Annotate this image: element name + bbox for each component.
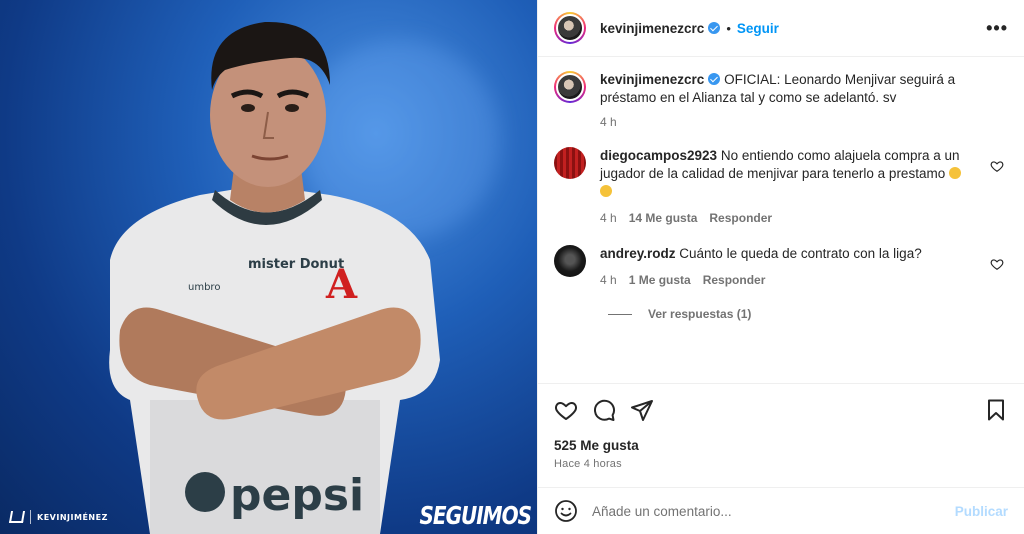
svg-text:mister Donut: mister Donut: [248, 257, 344, 272]
instagram-post-modal: A pepsi mister Donut umbro KEVINJIMÉNEZ …: [0, 0, 1024, 534]
comment-time[interactable]: 4 h: [600, 271, 617, 289]
comment-likes[interactable]: 14 Me gusta: [629, 209, 698, 227]
comment-time[interactable]: 4 h: [600, 209, 617, 227]
comment-row: andrey.rodz Cuánto le queda de contrato …: [554, 245, 1008, 289]
post-actions: [554, 396, 1008, 424]
caption-avatar[interactable]: [554, 71, 586, 103]
slogan-text: SEGUIMOS: [419, 500, 532, 530]
post-image[interactable]: A pepsi mister Donut umbro KEVINJIMÉNEZ …: [0, 0, 537, 534]
author-username[interactable]: kevinjimenezcrc: [600, 21, 704, 36]
post-header: kevinjimenezcrc • Seguir •••: [538, 0, 1024, 57]
post-timestamp[interactable]: Hace 4 horas: [554, 458, 622, 470]
more-options-icon[interactable]: •••: [986, 18, 1008, 39]
pleading-face-emoji-icon: [600, 185, 612, 197]
brand-name: KEVINJIMÉNEZ: [37, 512, 108, 522]
reply-button[interactable]: Responder: [709, 209, 772, 227]
comments-section[interactable]: kevinjimenezcrc OFICIAL: Leonardo Menjiv…: [538, 57, 1024, 384]
svg-text:pepsi: pepsi: [230, 470, 364, 521]
caption-row: kevinjimenezcrc OFICIAL: Leonardo Menjiv…: [554, 71, 1008, 131]
verified-badge-icon: [708, 22, 721, 34]
comment-text: Cuánto le queda de contrato con la liga?: [679, 246, 922, 261]
comment-bubble-icon[interactable]: [592, 398, 616, 422]
like-comment-heart-icon[interactable]: [990, 257, 1004, 271]
brand-logo-icon: [8, 511, 26, 523]
pleading-face-emoji-icon: [948, 167, 961, 179]
comment-composer: Publicar: [538, 487, 1024, 534]
publish-button[interactable]: Publicar: [955, 504, 1008, 519]
view-replies-button[interactable]: Ver respuestas (1): [608, 307, 1008, 321]
view-replies-label: Ver respuestas (1): [648, 307, 752, 321]
watermark-brand: KEVINJIMÉNEZ: [8, 510, 108, 524]
svg-text:umbro: umbro: [188, 282, 220, 293]
comment-username[interactable]: diegocampos2923: [600, 148, 717, 163]
like-count[interactable]: 525 Me gusta: [554, 438, 639, 453]
reply-button[interactable]: Responder: [703, 271, 766, 289]
like-comment-heart-icon[interactable]: [990, 159, 1004, 173]
verified-badge-icon: [708, 73, 721, 85]
caption-time[interactable]: 4 h: [600, 113, 617, 131]
like-heart-icon[interactable]: [554, 398, 578, 422]
emoji-picker-icon[interactable]: [554, 499, 578, 523]
commenter-avatar[interactable]: [554, 147, 586, 179]
comment-username[interactable]: andrey.rodz: [600, 246, 676, 261]
comment-row: diegocampos2923 No entiendo como alajuel…: [554, 147, 1008, 227]
save-bookmark-icon[interactable]: [984, 398, 1008, 422]
player-illustration: A pepsi mister Donut umbro: [109, 21, 440, 534]
comment-input[interactable]: [592, 503, 955, 519]
author-avatar[interactable]: [554, 12, 586, 44]
comment-likes[interactable]: 1 Me gusta: [629, 271, 691, 289]
commenter-avatar[interactable]: [554, 245, 586, 277]
follow-button[interactable]: Seguir: [737, 21, 779, 36]
caption-username[interactable]: kevinjimenezcrc: [600, 72, 704, 87]
post-sidebar: kevinjimenezcrc • Seguir ••• kevinjimene…: [537, 0, 1024, 534]
separator-dot: •: [726, 20, 731, 36]
share-paper-plane-icon[interactable]: [630, 398, 654, 422]
